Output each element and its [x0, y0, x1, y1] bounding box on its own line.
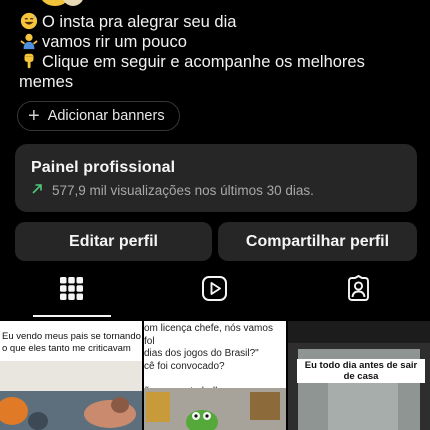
bio-line: O insta pra alegrar seu dia [19, 12, 419, 32]
professional-dashboard-stat: 577,9 mil visualizações nos últimos 30 d… [31, 182, 401, 198]
active-tab-indicator [33, 315, 111, 317]
views-stat-text: 577,9 mil visualizações nos últimos 30 d… [52, 182, 314, 198]
trend-up-arrow-icon [31, 182, 43, 198]
profile-screen: O insta pra alegrar seu dia vamos rir um… [0, 0, 430, 430]
post-caption: Eu todo dia antes de sair de casa [297, 359, 425, 383]
post-image [0, 361, 142, 430]
post-caption-line: cê foi convocado? [144, 360, 225, 372]
bio-line: Clique em seguir e acompanhe os melhores [19, 52, 419, 72]
bio-text: memes [19, 73, 74, 91]
tab-posts-grid[interactable] [0, 266, 143, 316]
grid-icon [58, 275, 85, 307]
avatar-edge-secondary [62, 0, 84, 6]
edit-profile-button[interactable]: Editar perfil [15, 222, 212, 261]
post-caption: om licença chefe, nós vamos fol dias dos… [144, 323, 286, 398]
posts-grid: Eu vendo meus pais se tornando o que ele… [0, 321, 430, 430]
bio-line: memes [19, 72, 419, 92]
person-shrugging-emoji-icon [19, 32, 39, 50]
bio-text: vamos rir um pouco [42, 33, 187, 51]
professional-dashboard-title: Painel profissional [31, 159, 176, 176]
share-profile-button[interactable]: Compartilhar perfil [218, 222, 417, 261]
bio-line: vamos rir um pouco [19, 32, 419, 52]
professional-dashboard-card[interactable]: Painel profissional 577,9 mil visualizaç… [15, 144, 417, 212]
tab-reels[interactable] [143, 266, 286, 316]
post-thumbnail[interactable]: Eu vendo meus pais se tornando o que ele… [0, 321, 142, 430]
profile-bio: O insta pra alegrar seu dia vamos rir um… [19, 12, 419, 92]
post-thumbnail[interactable]: Eu todo dia antes de sair de casa [288, 321, 430, 430]
add-banners-button[interactable]: + Adicionar banners [17, 101, 180, 131]
add-banners-label: Adicionar banners [47, 108, 165, 124]
pointing-down-emoji-icon [19, 52, 39, 70]
post-image [144, 388, 286, 430]
post-thumbnail[interactable]: om licença chefe, nós vamos fol dias dos… [144, 321, 286, 430]
tab-tagged[interactable] [287, 266, 430, 316]
post-caption-line [144, 373, 286, 386]
post-caption-line: om licença chefe, nós vamos fol [144, 323, 273, 347]
post-caption: Eu vendo meus pais se tornando o que ele… [2, 331, 141, 354]
bio-text: O insta pra alegrar seu dia [42, 13, 237, 31]
post-caption-line: dias dos jogos do Brasil?" [144, 348, 259, 359]
plus-icon: + [28, 105, 40, 127]
tagged-person-icon [345, 275, 372, 307]
bio-text: Clique em seguir e acompanhe os melhores [42, 53, 365, 71]
profile-tabs [0, 266, 430, 318]
reels-play-icon [201, 275, 228, 307]
grinning-sweat-emoji-icon [19, 12, 39, 30]
